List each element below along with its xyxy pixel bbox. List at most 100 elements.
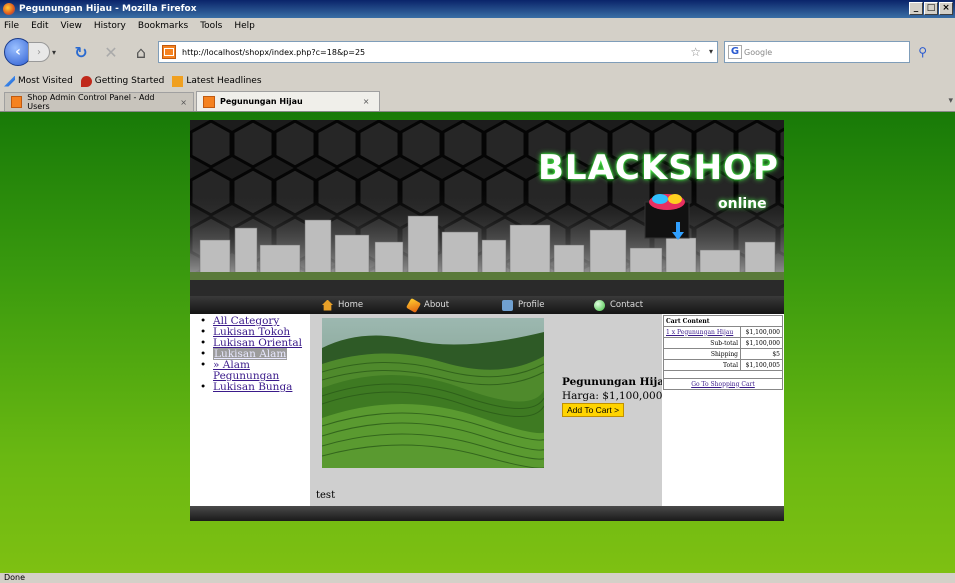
window-title: Pegunungan Hijau - Mozilla Firefox	[19, 4, 197, 14]
menu-history[interactable]: History	[94, 21, 126, 31]
go-to-cart-link[interactable]: Go To Shopping Cart	[691, 381, 755, 388]
tab-favicon-icon	[203, 95, 215, 108]
nav-home[interactable]: Home	[322, 299, 364, 311]
menu-help[interactable]: Help	[234, 21, 255, 31]
cart-panel: Cart Content 1 x Pegunungan Hijau $1,100…	[662, 314, 784, 506]
google-icon[interactable]: G	[728, 45, 742, 59]
add-to-cart-button[interactable]: Add To Cart >	[562, 403, 625, 417]
main-content: All Category Lukisan Tokoh Lukisan Orien…	[190, 314, 784, 506]
cart-shipping-label: Shipping	[662, 348, 742, 360]
contact-icon	[594, 299, 605, 311]
cart-title: Cart Content	[663, 315, 783, 327]
window-titlebar: Pegunungan Hijau - Mozilla Firefox _ □ ×	[0, 0, 955, 18]
home-icon[interactable]: ⌂	[130, 41, 152, 63]
product-name: Pegunungan Hijau	[562, 376, 672, 388]
bookmark-label: Most Visited	[18, 76, 73, 86]
category-item: Lukisan Bunga	[198, 381, 310, 394]
cart-item-link[interactable]: 1 x Pegunungan Hijau	[666, 329, 733, 336]
cart-shipping-value: $5	[740, 348, 783, 360]
search-box[interactable]: G Google ⚲	[724, 41, 927, 63]
tab-label: Shop Admin Control Panel - Add Users	[27, 93, 155, 111]
nav-profile[interactable]: Profile	[502, 299, 545, 311]
forward-arrow-icon: ›	[37, 46, 41, 58]
bookmark-latest-headlines[interactable]: Latest Headlines	[172, 75, 262, 87]
window-controls: _ □ ×	[909, 2, 953, 15]
maximize-button[interactable]: □	[924, 2, 938, 15]
product-info: Pegunungan Hijau Harga: $1,100,000 Add T…	[562, 376, 672, 417]
url-text: http://localhost/shopx/index.php?c=18&p=…	[182, 47, 366, 57]
close-tab-icon[interactable]: ×	[363, 97, 370, 106]
tea-plantation-image	[322, 318, 544, 468]
nav-contact[interactable]: Contact	[594, 299, 644, 311]
nav-profile-label: Profile	[518, 300, 545, 310]
cart-spacer	[663, 370, 783, 379]
bookmarks-toolbar: Most Visited Getting Started Latest Head…	[0, 72, 955, 90]
hexagon-city-banner-image	[190, 120, 784, 296]
site-favicon-icon	[162, 45, 176, 59]
product-image[interactable]	[322, 318, 544, 468]
url-dropdown-icon[interactable]: ▾	[709, 47, 713, 56]
nav-about[interactable]: About	[405, 297, 450, 313]
menu-tools[interactable]: Tools	[200, 21, 222, 31]
getting-started-icon	[80, 75, 92, 87]
product-description: test	[316, 490, 336, 501]
bookmark-most-visited[interactable]: Most Visited	[4, 75, 73, 87]
forward-button[interactable]: ›	[28, 42, 50, 62]
cart-item-price: $1,100,000	[740, 326, 783, 338]
tab-favicon-icon	[11, 96, 23, 108]
status-bar: Done	[0, 573, 955, 583]
site-nav-menu: Home About Profile Contact	[190, 296, 784, 314]
close-window-button[interactable]: ×	[939, 2, 953, 15]
tab-label: Pegunungan Hijau	[220, 97, 303, 106]
close-tab-icon[interactable]: ×	[180, 98, 187, 107]
tab-list-icon[interactable]: ▾	[948, 96, 953, 106]
profile-icon	[502, 299, 513, 311]
search-icon[interactable]: ⚲	[918, 45, 927, 59]
history-dropdown-icon[interactable]: ▾	[52, 48, 62, 57]
bookmark-getting-started[interactable]: Getting Started	[80, 75, 165, 87]
site-footer	[190, 506, 784, 521]
tab-bar: Shop Admin Control Panel - Add Users × P…	[0, 91, 955, 112]
category-sidebar: All Category Lukisan Tokoh Lukisan Orien…	[190, 314, 310, 506]
url-bar[interactable]: http://localhost/shopx/index.php?c=18&p=…	[158, 41, 718, 63]
nav-home-label: Home	[338, 300, 364, 310]
firefox-icon	[3, 3, 15, 15]
menu-edit[interactable]: Edit	[31, 21, 48, 31]
tab-shop-admin[interactable]: Shop Admin Control Panel - Add Users ×	[4, 92, 194, 111]
stop-icon[interactable]: ✕	[100, 41, 122, 63]
navigation-toolbar: ‹ › ▾ ↻ ✕ ⌂ http://localhost/shopx/index…	[0, 34, 955, 70]
cart-subtotal-value: $1,100,000	[740, 337, 783, 349]
home-icon	[322, 299, 333, 311]
cart-total-value: $1,100,005	[740, 359, 783, 371]
product-price: Harga: $1,100,000	[562, 390, 663, 402]
rss-feed-icon	[172, 75, 184, 87]
shop-site: BLACKSHOP online Home About Profile Cont…	[190, 120, 784, 521]
menu-bookmarks[interactable]: Bookmarks	[138, 21, 188, 31]
menu-bar: File Edit View History Bookmarks Tools H…	[0, 18, 955, 34]
menu-view[interactable]: View	[61, 21, 82, 31]
cart-subtotal-label: Sub-total	[662, 337, 742, 349]
minimize-button[interactable]: _	[909, 2, 923, 15]
category-link-bunga[interactable]: Lukisan Bunga	[213, 381, 292, 393]
page-viewport: BLACKSHOP online Home About Profile Cont…	[0, 112, 955, 573]
back-arrow-icon: ‹	[15, 44, 21, 60]
tab-pegunungan-hijau[interactable]: Pegunungan Hijau ×	[196, 91, 380, 111]
shop-logo-subtitle: online	[718, 196, 767, 212]
bookmark-label: Getting Started	[94, 76, 165, 86]
reload-icon[interactable]: ↻	[70, 41, 92, 63]
category-link-alam-pegunungan[interactable]: » Alam Pegunungan	[213, 359, 279, 382]
bookmark-star-icon[interactable]: ☆	[690, 45, 701, 59]
most-visited-icon	[4, 75, 15, 87]
pencil-icon	[405, 297, 422, 313]
category-item: » Alam Pegunungan	[198, 360, 310, 382]
menu-file[interactable]: File	[4, 21, 19, 31]
category-list: All Category Lukisan Tokoh Lukisan Orien…	[190, 314, 310, 394]
nav-contact-label: Contact	[610, 300, 644, 310]
shop-banner: BLACKSHOP online	[190, 120, 784, 296]
shop-logo: BLACKSHOP	[538, 148, 779, 188]
cart-table: Cart Content 1 x Pegunungan Hijau $1,100…	[662, 315, 783, 390]
bookmark-label: Latest Headlines	[186, 76, 262, 86]
nav-about-label: About	[424, 300, 450, 310]
cart-total-label: Total	[662, 359, 742, 371]
search-placeholder: Google	[744, 47, 773, 57]
